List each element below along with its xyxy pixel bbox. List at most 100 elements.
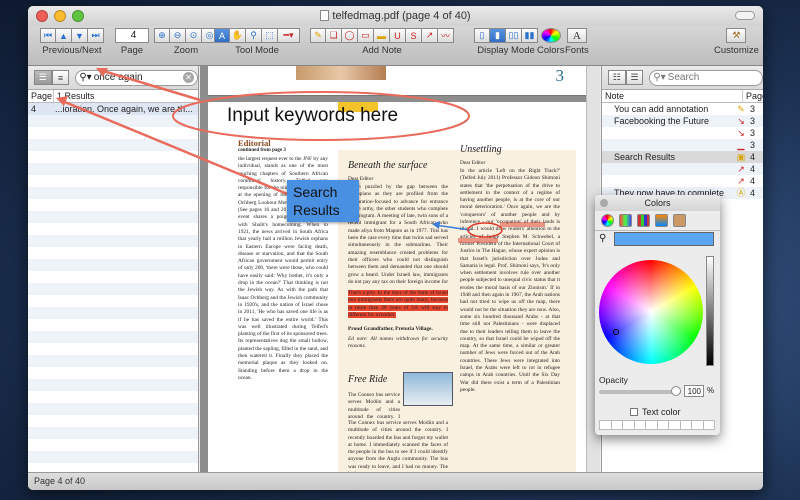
list-item [28,295,198,307]
search-input[interactable]: ⚲▾ once again ✕ [75,69,198,86]
outline-view-icon[interactable]: ≡ [51,70,70,85]
page-number-field[interactable]: 4 [115,28,149,43]
box-tool-icon[interactable]: ▭ [358,28,374,43]
color-wheel-tab-icon[interactable] [601,214,614,227]
color-wheel[interactable] [599,260,703,364]
page-4: Editorial continued from page 3 the larg… [208,102,586,472]
customize-icon[interactable]: ⚒ [726,28,747,43]
next-page-button[interactable]: ▼ [72,28,88,43]
two-up-icon[interactable]: ▯▯ [506,28,522,43]
line-tool-icon[interactable]: ━▾ [278,28,300,43]
search-icon[interactable]: ⚲ [599,233,606,244]
single-page-icon[interactable]: ▯ [474,28,490,43]
prev-next-label: Previous/Next [42,45,102,56]
text-color-option[interactable]: Text color [630,407,681,417]
two-up-continuous-icon[interactable]: ▮▮ [522,28,538,43]
zoom-in-icon[interactable]: ⊕ [154,28,170,43]
unsettling-text: In the article 'Left on the Right Track?… [460,168,560,393]
close-colors-button[interactable] [600,199,608,207]
tool-mode-group: A ✋ ⚲ ⬚ ━▾ Tool Mode [214,28,300,56]
circle-tool-icon[interactable]: ◯ [342,28,358,43]
notes-search-placeholder[interactable]: Search [666,72,759,83]
note-icon: ▣ [736,152,746,162]
col-note-page[interactable]: Page [743,90,763,102]
highlighted-passage[interactable]: That's a pity. In the days of the State … [348,290,448,318]
note-tool-icon[interactable]: ✎ [310,28,326,43]
zoom-fit-icon[interactable]: ⊙ [186,28,202,43]
sliders-tab-icon[interactable] [619,214,632,227]
list-item [28,163,198,175]
note-row[interactable]: Facebooking the Future ↘ 3 [602,115,763,127]
notes-list-icon[interactable]: ☷ [608,70,626,85]
search-icon: ⚲▾ [79,72,92,83]
magnify-tool-icon[interactable]: ⚲ [246,28,262,43]
list-item [28,319,198,331]
strike-tool-icon[interactable]: S [406,28,422,43]
notes-search-input[interactable]: ⚲▾ Search [649,69,763,86]
hand-tool-icon[interactable]: ✋ [230,28,246,43]
note-row[interactable]: ▁ 3 [602,139,763,151]
page-group: 4 Page [115,28,149,56]
colors-icon[interactable] [540,28,561,43]
thumbnails-view-icon[interactable]: ☰ [34,70,52,85]
add-note-label: Add Note [362,45,402,56]
brightness-slider[interactable] [706,256,714,366]
note-row[interactable]: ↗ 4 [602,163,763,175]
swatch-grid[interactable] [599,420,715,430]
search-query[interactable]: once again [92,72,183,83]
zoom-out-icon[interactable]: ⊖ [170,28,186,43]
fonts-icon[interactable]: A [566,28,587,43]
col-note[interactable]: Note [602,90,743,102]
free-ride-text-a: The Connex bus service serves Modiin and… [348,392,400,420]
select-tool-icon[interactable]: ⬚ [262,28,278,43]
underline-tool-icon[interactable]: U [390,28,406,43]
col-page[interactable]: Page [28,90,54,102]
minimize-window-button[interactable] [54,10,66,22]
search-results-note[interactable]: Search Results [287,180,359,222]
input-keywords-note[interactable]: Input keywords here [227,105,398,127]
prev-next-group: ⏮ ▲ ▼ ⏭ Previous/Next [40,28,104,56]
fonts-label: Fonts [565,45,589,56]
highlight-tool-icon[interactable]: ▬ [374,28,390,43]
note-row[interactable]: Search Results ▣ 4 [602,151,763,163]
free-ride-text-b: The Connex bus service serves Modiin and… [348,420,448,472]
note-row[interactable]: You can add annotation ✎ 3 [602,103,763,115]
note-row[interactable]: ↘ 3 [602,127,763,139]
palettes-tab-icon[interactable] [637,214,650,227]
freehand-tool-icon[interactable]: 〰 [438,28,454,43]
opacity-slider-knob[interactable] [671,386,681,396]
image-palette-tab-icon[interactable] [655,214,668,227]
list-item [28,355,198,367]
colors-group: Colors [537,28,564,56]
result-row[interactable]: 4 ...ioration. Once again, we are th... [28,103,198,115]
clear-search-icon[interactable]: ✕ [182,72,194,83]
zoom-window-button[interactable] [72,10,84,22]
col-results[interactable]: 1 Results [54,90,95,102]
previous-page-button[interactable]: ▲ [56,28,72,43]
arrow-tool-icon[interactable]: ↗ [422,28,438,43]
close-window-button[interactable] [36,10,48,22]
continuous-page-icon[interactable]: ▮ [490,28,506,43]
colors-title-bar: Colors [595,195,720,211]
list-item [28,247,198,259]
beneath-text: I am puzzled by the gap between the Ethi… [348,184,448,284]
proud-signature: Proud Grandfather, Pretoria Village. [348,326,433,332]
toolbar-toggle-button[interactable] [735,11,755,20]
last-page-button[interactable]: ⏭ [88,28,104,43]
notes-detail-icon[interactable]: ☰ [625,70,644,85]
crayons-tab-icon[interactable] [673,214,686,227]
current-color-swatch[interactable] [614,232,714,246]
text-tool-icon[interactable]: A [214,28,230,43]
zoom-group: ⊕ ⊖ ⊙ ◎ Zoom [154,28,218,56]
page-3: 3 [208,66,586,96]
anchored-note-icon[interactable]: ❏ [326,28,342,43]
first-page-button[interactable]: ⏮ [40,28,56,43]
opacity-value-field[interactable]: 100 [684,385,704,397]
color-wheel-cursor[interactable] [613,329,619,335]
note-row[interactable]: ↗ 4 [602,175,763,187]
opacity-slider[interactable] [599,390,681,394]
pencil-icon: ✎ [737,104,745,114]
list-item [28,343,198,355]
list-item [28,307,198,319]
text-color-checkbox[interactable] [630,408,638,416]
